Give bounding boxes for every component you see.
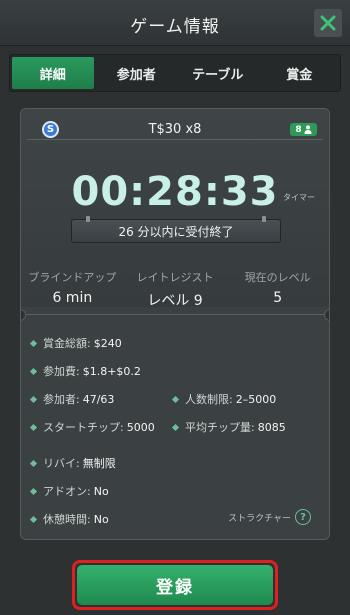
detail-label: スタートチップ:: [43, 421, 124, 434]
detail-addon: アドオン: No: [29, 483, 109, 499]
detail-entrants: 参加者: 47/63: [29, 391, 115, 407]
detail-value: No: [93, 484, 109, 498]
detail-value: No: [93, 512, 109, 526]
stat-value: レベル 9: [147, 293, 203, 309]
bullet-icon: [29, 459, 38, 467]
stat-label: ブラインドアップ: [28, 271, 117, 284]
bullet-icon: [171, 423, 180, 431]
detail-label: リバイ:: [43, 457, 80, 470]
card-notch: [21, 309, 26, 321]
timer-label: タイマー: [283, 193, 315, 202]
close-button[interactable]: [314, 9, 342, 37]
stat-label: 現在のレベル: [244, 271, 311, 284]
divider: [27, 139, 323, 140]
structure-label: ストラクチャー: [228, 513, 291, 524]
tab-entrants[interactable]: 参加者: [96, 55, 178, 91]
bullet-icon: [29, 515, 38, 523]
close-icon: [320, 15, 336, 31]
game-name: T$30 x8: [148, 122, 202, 137]
detail-value: 2–5000: [235, 392, 277, 406]
stats-row: ブラインドアップ 6 min レイトレジスト レベル 9 現在のレベル 5: [21, 269, 329, 310]
header: ゲーム情報: [0, 0, 350, 46]
detail-label: 賞金総額:: [43, 337, 91, 350]
bullet-icon: [29, 339, 38, 347]
pin-icon: [86, 216, 90, 222]
detail-prize-pool: 賞金総額: $240: [29, 335, 122, 351]
stat-value: 5: [273, 290, 283, 306]
divider: [21, 314, 329, 315]
structure-link[interactable]: ストラクチャー ?: [228, 509, 311, 525]
register-highlight: 登録: [72, 560, 278, 610]
bullet-icon: [171, 395, 180, 403]
person-icon: [304, 125, 312, 134]
detail-avg-chips: 平均チップ量: 8085: [171, 419, 286, 435]
detail-player-limit: 人数制限: 2–5000: [171, 391, 277, 407]
detail-label: 参加費:: [43, 365, 80, 378]
page-title: ゲーム情報: [130, 17, 220, 37]
help-icon[interactable]: ?: [295, 509, 311, 525]
tab-prizes[interactable]: 賞金: [259, 55, 341, 91]
detail-value: 5000: [126, 420, 155, 434]
detail-value: 無制限: [82, 457, 116, 470]
pin-icon: [262, 216, 266, 222]
register-button[interactable]: 登録: [77, 565, 273, 605]
seat-count: 8: [295, 124, 302, 135]
notice-text: 26 分以内に受付終了: [118, 224, 234, 239]
detail-value: 47/63: [82, 392, 115, 406]
bullet-icon: [29, 395, 38, 403]
detail-rebuy: リバイ: 無制限: [29, 455, 116, 471]
stat-label: レイトレジスト: [136, 271, 214, 284]
tab-bar: 詳細 参加者 テーブル 賞金: [9, 54, 341, 92]
seat-badge: 8: [290, 123, 317, 136]
detail-starting-chips: スタートチップ: 5000: [29, 419, 155, 435]
stat-value: 6 min: [52, 290, 93, 306]
stat-blind-up: ブラインドアップ 6 min: [21, 269, 124, 310]
detail-entry-fee: 参加費: $1.8+$0.2: [29, 363, 141, 379]
tab-details[interactable]: 詳細: [12, 57, 94, 89]
stat-current-level: 現在のレベル 5: [226, 269, 329, 310]
card-notch: [324, 309, 329, 321]
bullet-icon: [29, 487, 38, 495]
detail-label: 参加者:: [43, 393, 80, 406]
tab-tables[interactable]: テーブル: [177, 55, 259, 91]
detail-value: 8085: [257, 420, 286, 434]
detail-break: 休憩時間: No: [29, 511, 109, 527]
detail-label: 平均チップ量:: [185, 421, 255, 434]
detail-label: アドオン:: [43, 485, 91, 498]
bullet-icon: [29, 367, 38, 375]
detail-label: 人数制限:: [185, 393, 233, 406]
detail-value: $1.8+$0.2: [82, 364, 141, 378]
registration-notice: 26 分以内に受付終了: [71, 216, 281, 243]
game-info-card: S T$30 x8 8 00:28:33 タイマー 26 分以内に受付終了 ブラ…: [20, 108, 330, 540]
detail-value: $240: [93, 336, 122, 350]
detail-label: 休憩時間:: [43, 513, 91, 526]
bullet-icon: [29, 423, 38, 431]
stat-late-reg: レイトレジスト レベル 9: [124, 269, 227, 310]
